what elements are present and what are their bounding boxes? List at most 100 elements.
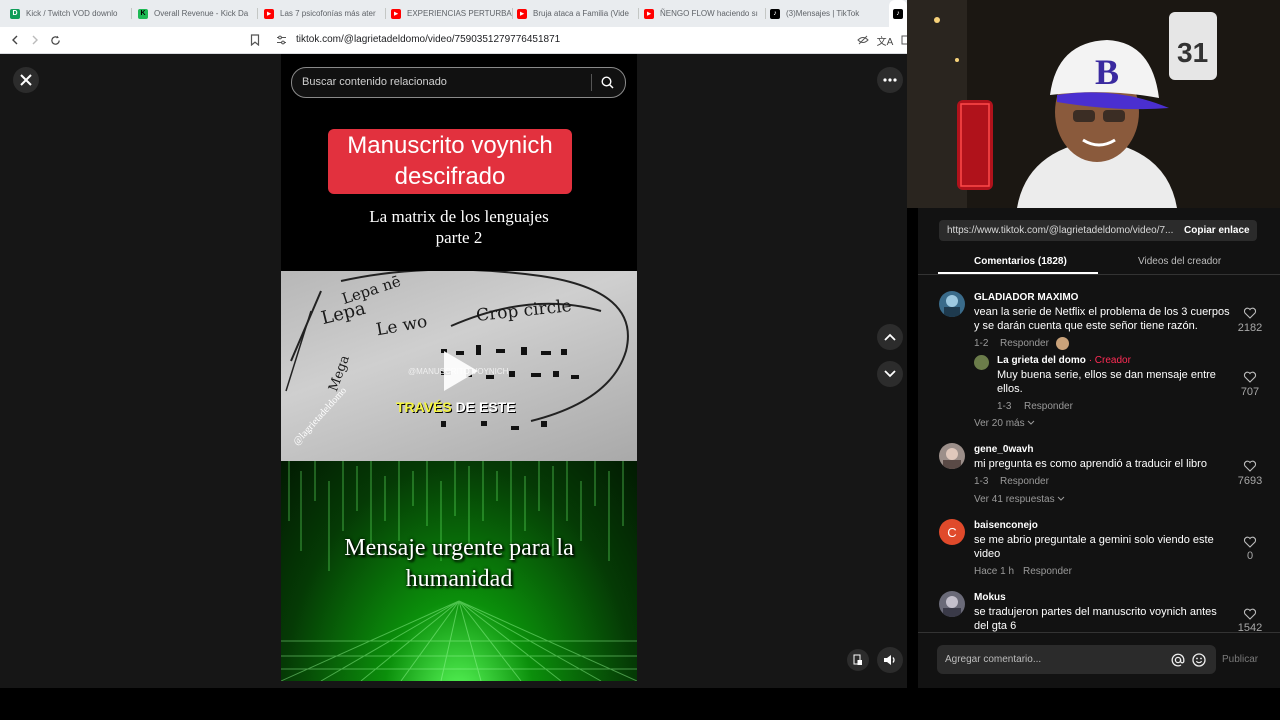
search-icon[interactable] (601, 76, 614, 89)
matrix-background: Mensaje urgente para la humanidad (281, 461, 637, 681)
site-settings-icon[interactable] (272, 31, 290, 49)
close-icon[interactable] (13, 67, 39, 93)
search-input[interactable]: Buscar contenido relacionado (291, 67, 626, 98)
browser-tab[interactable]: D Kick / Twitch VOD downlo (4, 0, 132, 27)
browser-tab[interactable]: ▶ Las 7 psicofonías más ater (258, 0, 386, 27)
share-link-text[interactable]: https://www.tiktok.com/@lagrietadeldomo/… (947, 225, 1173, 236)
copy-link-button[interactable]: Copiar enlace (1184, 225, 1250, 236)
previous-video-icon[interactable] (877, 324, 903, 350)
back-icon[interactable] (6, 31, 24, 49)
chevron-down-icon (1058, 496, 1065, 501)
comment-placeholder: Agregar comentario... (945, 654, 1042, 665)
creator-badge: · Creador (1088, 355, 1131, 366)
browser-tab[interactable]: ▶ Bruja ataca a Familia (Vide (511, 0, 639, 27)
translate-icon[interactable]: 文A (876, 31, 894, 49)
matrix-caption: Mensaje urgente para la humanidad (281, 533, 637, 595)
miniplayer-icon[interactable] (847, 649, 869, 671)
heart-icon[interactable] (1243, 459, 1257, 473)
caption-highlight: TRAVÉS (396, 399, 452, 415)
heart-icon[interactable] (1243, 535, 1257, 549)
composer-divider (918, 632, 1280, 633)
tab-title: EXPERIENCIAS PERTURBA (407, 9, 512, 18)
video-title-banner: Manuscrito voynich descifrado (328, 129, 572, 194)
bottom-bar (0, 688, 1280, 720)
like-count: 7693 (1237, 475, 1263, 487)
comment-input[interactable]: Agregar comentario... (937, 645, 1216, 674)
tab-title: (3)Mensajes | TikTok (786, 9, 860, 18)
reload-icon[interactable] (46, 31, 64, 49)
comment-author[interactable]: Mokus (974, 592, 1006, 603)
like-count: 0 (1246, 550, 1254, 562)
avatar[interactable] (939, 443, 965, 469)
volume-icon[interactable] (877, 647, 903, 673)
comment-author[interactable]: La grieta del domo · Creador (997, 355, 1131, 366)
eye-off-icon[interactable] (854, 31, 872, 49)
tab-creator-videos[interactable]: Videos del creador (1138, 256, 1221, 267)
heart-icon[interactable] (1243, 370, 1257, 384)
avatar[interactable] (939, 291, 965, 317)
tab-comments[interactable]: Comentarios (1828) (974, 256, 1067, 267)
more-options-icon[interactable] (877, 67, 903, 93)
matrix-caption-line-2: humanidad (405, 566, 513, 592)
caption-text: DE ESTE (455, 399, 516, 415)
emoji-icon[interactable] (1192, 653, 1206, 667)
comment-date: 1-3 (997, 401, 1012, 412)
youtube-icon: ▶ (264, 8, 274, 19)
tab-title: Kick / Twitch VOD downlo (26, 9, 118, 18)
comment-date: 1-2 (974, 338, 989, 349)
svg-text:B: B (1095, 52, 1119, 92)
avatar[interactable]: C (939, 519, 965, 545)
comment-date: Hace 1 h (974, 566, 1015, 577)
comment-author[interactable]: GLADIADOR MAXIMO (974, 292, 1078, 303)
play-icon[interactable] (444, 351, 478, 391)
subtitle-line-2: parte 2 (435, 228, 483, 247)
avatar[interactable] (974, 355, 989, 370)
comment-text: Muy buena serie, ellos se dan mensaje en… (997, 369, 1216, 395)
chevron-down-icon (1028, 420, 1035, 425)
browser-tab-bar: D Kick / Twitch VOD downlo K Overall Rev… (0, 0, 907, 27)
subtitle-line-1: La matrix de los lenguajes (369, 207, 549, 226)
reply-button[interactable]: Responder (1024, 401, 1073, 412)
heart-icon[interactable] (1243, 607, 1257, 621)
avatar[interactable] (939, 591, 965, 617)
browser-tab[interactable]: ▶ ÑENGO FLOW haciendo sı (638, 0, 766, 27)
browser-tab-active[interactable]: ♪ (889, 0, 907, 27)
tab-title: Overall Revenue - Kick Da (154, 9, 249, 18)
like-count: 2182 (1237, 322, 1263, 334)
search-placeholder: Buscar contenido relacionado (302, 76, 447, 88)
tab-favicon-icon: D (10, 8, 20, 19)
browser-tab[interactable]: K Overall Revenue - Kick Da (132, 0, 258, 27)
reply-button[interactable]: Responder (1000, 476, 1049, 487)
comment-text: se tradujeron partes del manuscrito voyn… (974, 606, 1217, 632)
reply-button[interactable]: Responder (1023, 566, 1072, 577)
reply-button[interactable]: Responder (1000, 338, 1049, 349)
browser-tab[interactable]: ♪ (3)Mensajes | TikTok (764, 0, 892, 27)
view-more-replies[interactable]: Ver 20 más (974, 418, 1035, 429)
comment-author[interactable]: baisenconejo (974, 520, 1038, 531)
tab-divider (918, 274, 1280, 275)
bookmark-icon[interactable] (246, 31, 264, 49)
creator-liked-icon (1056, 337, 1069, 350)
video-subtitle: La matrix de los lenguajes parte 2 (281, 206, 637, 248)
forward-icon[interactable] (26, 31, 44, 49)
view-more-replies[interactable]: Ver 41 respuestas (974, 494, 1065, 505)
comment-text: mi pregunta es como aprendió a traducir … (974, 458, 1207, 470)
heart-icon[interactable] (1243, 306, 1257, 320)
like-count: 707 (1240, 386, 1260, 398)
comment-author[interactable]: gene_0wavh (974, 444, 1033, 455)
browser-tab[interactable]: ▶ EXPERIENCIAS PERTURBA (385, 0, 513, 27)
like-count: 1542 (1237, 622, 1263, 632)
mention-icon[interactable] (1171, 653, 1185, 667)
next-video-icon[interactable] (877, 361, 903, 387)
youtube-icon: ▶ (517, 8, 527, 19)
video-caption: TRAVÉS DE ESTE (396, 399, 516, 415)
tab-title: Las 7 psicofonías más ater (280, 9, 376, 18)
svg-text:31: 31 (1177, 37, 1208, 68)
url-text[interactable]: tiktok.com/@lagrietadeldomo/video/759035… (296, 34, 560, 45)
comment-clip: Mokus se tradujeron partes del manuscrit… (918, 590, 1280, 632)
youtube-icon: ▶ (644, 8, 654, 19)
tiktok-icon: ♪ (893, 8, 903, 19)
banner-line-2: descifrado (394, 163, 506, 190)
streamer-figure: 31 B (907, 0, 1280, 208)
publish-button[interactable]: Publicar (1222, 654, 1258, 665)
